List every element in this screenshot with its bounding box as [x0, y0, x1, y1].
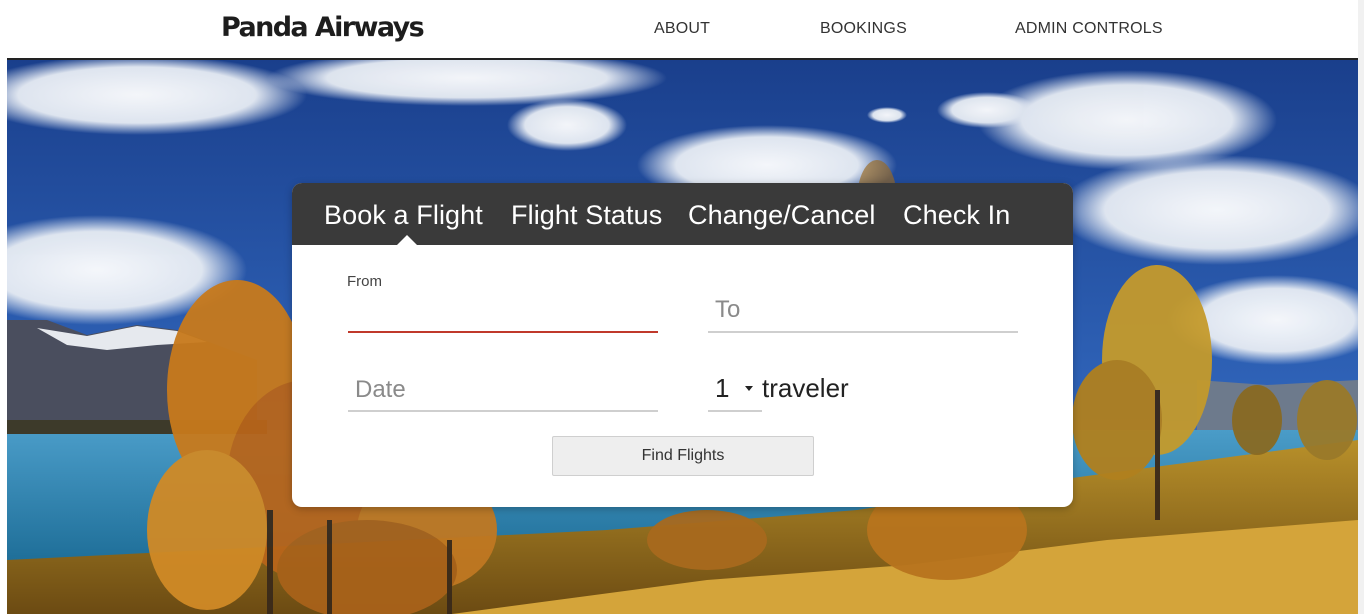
- tab-flight-status[interactable]: Flight Status: [511, 200, 662, 231]
- find-flights-button[interactable]: Find Flights: [552, 436, 814, 476]
- traveler-count-select[interactable]: 1: [708, 369, 762, 412]
- nav-bookings[interactable]: BOOKINGS: [820, 20, 907, 38]
- page-scrollbar[interactable]: [1358, 0, 1364, 614]
- tab-change-cancel[interactable]: Change/Cancel: [688, 200, 875, 231]
- from-input[interactable]: [348, 295, 658, 333]
- logo[interactable]: Panda Airways: [221, 12, 425, 43]
- nav-admin-controls[interactable]: ADMIN CONTROLS: [1015, 20, 1163, 38]
- site-header: Panda Airways ABOUT BOOKINGS ADMIN CONTR…: [0, 0, 1364, 58]
- tab-check-in[interactable]: Check In: [903, 200, 1010, 231]
- active-tab-indicator: [397, 235, 417, 245]
- from-label: From: [347, 273, 382, 290]
- caret-down-icon: [745, 386, 753, 391]
- tab-book-a-flight[interactable]: Book a Flight: [324, 200, 483, 231]
- nav-about[interactable]: ABOUT: [654, 20, 710, 38]
- traveler-label: traveler: [762, 373, 849, 403]
- traveler-count-value: 1: [715, 373, 730, 403]
- booking-widget: Book a Flight Flight Status Change/Cance…: [292, 183, 1073, 507]
- date-input[interactable]: [348, 369, 658, 412]
- to-input[interactable]: [708, 289, 1018, 333]
- booking-tab-bar: Book a Flight Flight Status Change/Cance…: [292, 183, 1073, 245]
